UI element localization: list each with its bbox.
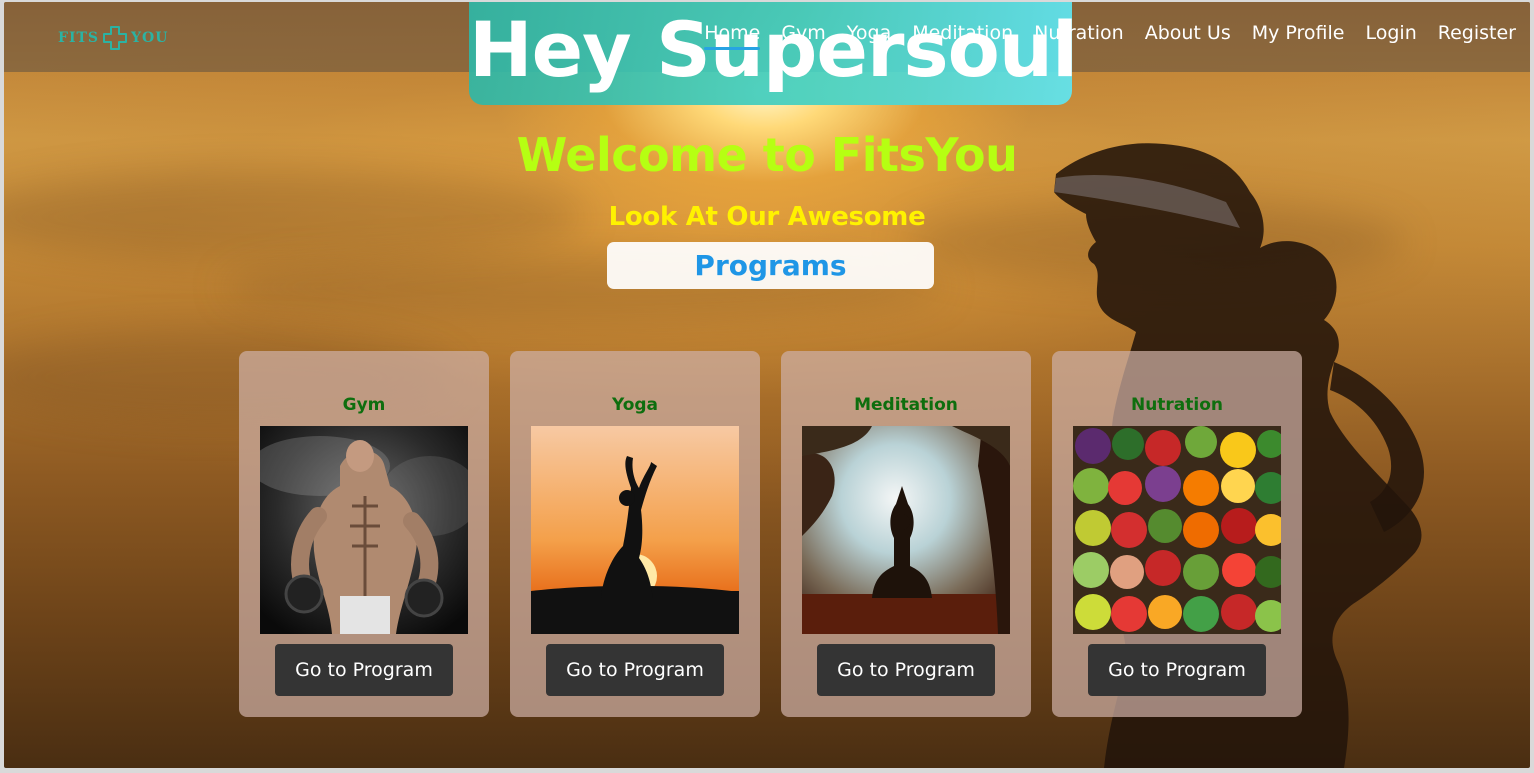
nav-menu: Home Gym Yoga Meditation Nutration About… bbox=[704, 22, 1516, 50]
nav-item-home[interactable]: Home bbox=[704, 22, 761, 50]
logo-text-right: YOU bbox=[131, 30, 169, 46]
yoga-image bbox=[531, 426, 739, 634]
program-card-meditation: Meditation Go to Program bbox=[781, 351, 1031, 717]
program-card-nutration: Nutration Go to Program bbox=[1052, 351, 1302, 717]
nav-item-meditation[interactable]: Meditation bbox=[912, 22, 1013, 44]
nav-item-yoga[interactable]: Yoga bbox=[847, 22, 891, 44]
nav-item-register[interactable]: Register bbox=[1438, 22, 1516, 44]
programs-subtitle: Look At Our Awesome bbox=[608, 202, 926, 232]
go-to-program-button-yoga[interactable]: Go to Program bbox=[546, 644, 724, 696]
nav-item-about-us[interactable]: About Us bbox=[1145, 22, 1231, 44]
welcome-heading: Welcome to FitsYou bbox=[516, 128, 1018, 182]
nav-item-my-profile[interactable]: My Profile bbox=[1252, 22, 1345, 44]
nutration-image bbox=[1073, 426, 1281, 634]
brand-logo[interactable]: FITS YOU bbox=[58, 26, 168, 50]
card-title: Meditation bbox=[854, 395, 958, 415]
go-to-program-button-meditation[interactable]: Go to Program bbox=[817, 644, 995, 696]
go-to-program-button-gym[interactable]: Go to Program bbox=[275, 644, 453, 696]
card-title: Yoga bbox=[611, 395, 659, 415]
hero-title: Hey Supersoul bbox=[469, 5, 1078, 94]
programs-heading: Programs bbox=[607, 242, 934, 289]
medical-cross-icon bbox=[103, 26, 128, 50]
go-to-program-button-nutration[interactable]: Go to Program bbox=[1088, 644, 1266, 696]
nav-item-gym[interactable]: Gym bbox=[781, 22, 825, 44]
page-background: FITS YOU Hey Supersoul Home Gym Yoga Med… bbox=[4, 2, 1530, 768]
nav-item-nutration[interactable]: Nutration bbox=[1034, 22, 1124, 44]
logo-text-left: FITS bbox=[58, 30, 100, 46]
program-card-gym: Gym Go to Program bbox=[239, 351, 489, 717]
program-card-yoga: Yoga Go to Program bbox=[510, 351, 760, 717]
card-title: Nutration bbox=[1130, 395, 1224, 415]
nav-item-login[interactable]: Login bbox=[1366, 22, 1417, 44]
card-title: Gym bbox=[342, 395, 386, 415]
gym-image bbox=[260, 426, 468, 634]
meditation-image bbox=[802, 426, 1010, 634]
